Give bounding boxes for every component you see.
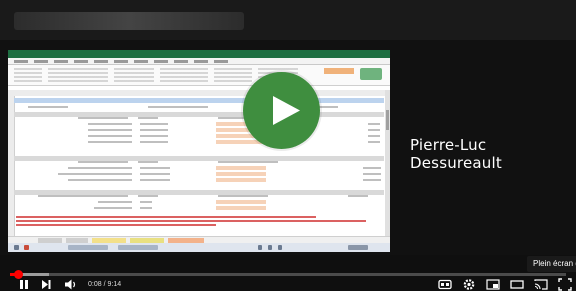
- time-current: 0:08: [88, 281, 102, 288]
- time-display: 0:08 / 9:14: [88, 278, 121, 291]
- video-top-bar: [0, 0, 576, 40]
- theater-icon: [510, 280, 524, 289]
- theater-button[interactable]: [510, 278, 524, 291]
- time-total: 9:14: [107, 281, 122, 288]
- excel-screen-recording: [8, 50, 390, 252]
- excel-section-header: [14, 98, 384, 103]
- presenter-name-card: Pierre-Luc Dessureault: [410, 134, 576, 174]
- cc-icon: [438, 279, 452, 290]
- center-play-button[interactable]: [243, 72, 320, 149]
- settings-button[interactable]: [462, 278, 476, 291]
- miniplayer-button[interactable]: [486, 278, 500, 291]
- progress-bar[interactable]: [10, 270, 566, 279]
- presenter-name: Pierre-Luc Dessureault: [410, 136, 502, 172]
- cast-icon: [534, 279, 548, 290]
- video-player[interactable]: Pierre-Luc Dessureault Plein écran (f): [0, 0, 576, 291]
- next-icon: [42, 280, 51, 289]
- cast-button[interactable]: [534, 278, 548, 291]
- fullscreen-tooltip: Plein écran (f): [527, 256, 576, 272]
- excel-title-bar: [8, 50, 390, 58]
- captions-button[interactable]: [438, 278, 452, 291]
- video-title-blurred: [14, 12, 244, 30]
- gear-icon: [463, 279, 475, 290]
- fullscreen-button[interactable]: [558, 278, 572, 291]
- windows-taskbar: [8, 243, 390, 252]
- excel-gray-row: [14, 112, 384, 117]
- pause-button[interactable]: [18, 278, 30, 291]
- miniplayer-icon: [486, 279, 500, 290]
- pause-icon: [20, 280, 28, 289]
- fullscreen-icon: [558, 278, 572, 291]
- excel-sheet: [8, 90, 390, 236]
- volume-icon: [65, 279, 76, 290]
- excel-column-headers: [14, 90, 386, 96]
- time-separator: /: [103, 281, 106, 288]
- play-icon: [273, 96, 300, 125]
- excel-gray-row: [14, 156, 384, 161]
- player-controls: [0, 278, 576, 291]
- excel-ribbon: [8, 65, 390, 86]
- volume-button[interactable]: [64, 278, 78, 291]
- excel-vertical-scrollbar: [385, 90, 390, 236]
- next-button[interactable]: [40, 278, 52, 291]
- excel-ribbon-tabs: [8, 58, 390, 65]
